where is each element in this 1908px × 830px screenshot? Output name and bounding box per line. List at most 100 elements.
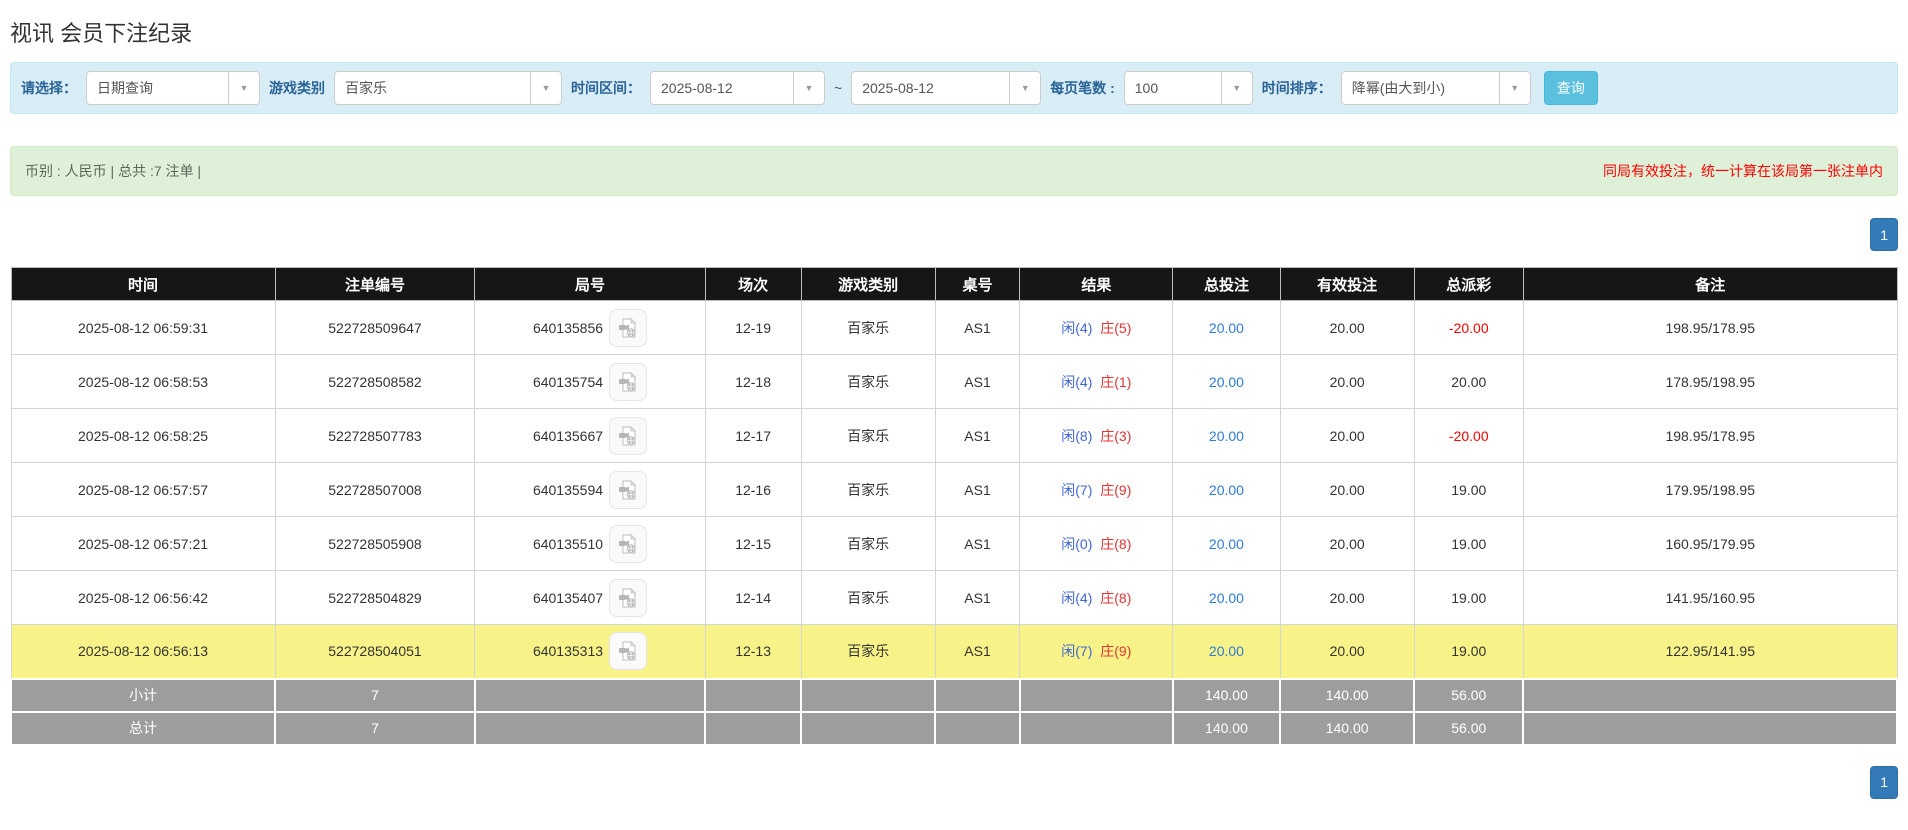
search-button[interactable]: 查询 — [1544, 71, 1598, 105]
column-header-3: 局号 — [475, 268, 705, 301]
page-title: 视讯 会员下注纪录 — [10, 16, 1898, 48]
note-cell: 141.95/160.95 — [1523, 571, 1897, 625]
column-header-2: 注单编号 — [275, 268, 475, 301]
subtotal-total-bet: 140.00 — [1173, 679, 1281, 712]
sort-order-label: 时间排序： — [1262, 78, 1332, 98]
pagination-top: 1 — [10, 218, 1898, 251]
payout-cell: 19.00 — [1414, 463, 1523, 517]
video-replay-button[interactable] — [609, 471, 647, 509]
round-id-cell: 640135667 — [475, 409, 705, 463]
video-replay-button[interactable] — [609, 525, 647, 563]
bet-id-cell: 522728504829 — [275, 571, 475, 625]
chevron-down-icon[interactable]: ▼ — [530, 72, 561, 104]
player-result: 闲(7) — [1061, 482, 1092, 498]
table-row: 2025-08-12 06:56:42 522728504829 6401354… — [11, 571, 1897, 625]
payout-cell: 20.00 — [1414, 355, 1523, 409]
chevron-down-icon[interactable]: ▼ — [228, 72, 259, 104]
round-id: 640135667 — [533, 428, 603, 444]
table-no-cell: AS1 — [935, 409, 1020, 463]
column-header-7: 结果 — [1020, 268, 1173, 301]
video-replay-button[interactable] — [609, 632, 647, 670]
sort-order-select[interactable]: 降幂(由大到小) ▼ — [1341, 71, 1531, 105]
result-cell: 闲(0) 庄(8) — [1020, 517, 1173, 571]
banker-result: 庄(3) — [1100, 428, 1131, 444]
table-no-cell: AS1 — [935, 355, 1020, 409]
game-type-cell: 百家乐 — [801, 301, 935, 355]
table-header-row: 时间注单编号局号场次游戏类别桌号结果总投注有效投注总派彩备注 — [11, 268, 1897, 301]
query-type-value: 日期查询 — [87, 72, 228, 104]
chevron-down-icon[interactable]: ▼ — [793, 72, 824, 104]
chevron-down-icon[interactable]: ▼ — [1009, 72, 1040, 104]
pagination-page-button[interactable]: 1 — [1870, 766, 1898, 799]
banker-result: 庄(5) — [1100, 320, 1131, 336]
note-cell: 178.95/198.95 — [1523, 355, 1897, 409]
valid-bet-cell: 20.00 — [1280, 571, 1414, 625]
pagination-page-button[interactable]: 1 — [1870, 218, 1898, 251]
total-payout: 56.00 — [1414, 712, 1523, 745]
total-bet-link[interactable]: 20.00 — [1209, 590, 1244, 606]
payout-cell: 19.00 — [1414, 625, 1523, 679]
pagination-bottom: 1 — [10, 766, 1898, 799]
date-to-value: 2025-08-12 — [852, 72, 1009, 104]
total-label: 总计 — [11, 712, 275, 745]
result-cell: 闲(8) 庄(3) — [1020, 409, 1173, 463]
time-range-label: 时间区间： — [571, 78, 641, 98]
total-total-bet: 140.00 — [1173, 712, 1281, 745]
video-replay-button[interactable] — [609, 579, 647, 617]
column-header-1: 时间 — [11, 268, 275, 301]
game-type-select[interactable]: 百家乐 ▼ — [334, 71, 562, 105]
result-cell: 闲(7) 庄(9) — [1020, 625, 1173, 679]
player-result: 闲(7) — [1061, 643, 1092, 659]
query-type-select[interactable]: 日期查询 ▼ — [86, 71, 260, 105]
total-bet-link[interactable]: 20.00 — [1209, 374, 1244, 390]
table-row: 2025-08-12 06:58:53 522728508582 6401357… — [11, 355, 1897, 409]
table-row: 2025-08-12 06:57:57 522728507008 6401355… — [11, 463, 1897, 517]
game-type-cell: 百家乐 — [801, 463, 935, 517]
total-bet-link[interactable]: 20.00 — [1209, 643, 1244, 659]
round-id: 640135754 — [533, 374, 603, 390]
total-bet-link[interactable]: 20.00 — [1209, 428, 1244, 444]
date-range-tilde: ~ — [834, 80, 842, 96]
payout-cell: 19.00 — [1414, 517, 1523, 571]
result-cell: 闲(4) 庄(5) — [1020, 301, 1173, 355]
total-bet-link[interactable]: 20.00 — [1209, 482, 1244, 498]
time-cell: 2025-08-12 06:56:13 — [11, 625, 275, 679]
total-bet-link[interactable]: 20.00 — [1209, 320, 1244, 336]
video-replay-button[interactable] — [609, 417, 647, 455]
valid-bet-cell: 20.00 — [1280, 625, 1414, 679]
game-type-cell: 百家乐 — [801, 409, 935, 463]
column-header-5: 游戏类别 — [801, 268, 935, 301]
total-bet-cell: 20.00 — [1173, 517, 1281, 571]
valid-bet-notice-text: 同局有效投注，统一计算在该局第一张注单内 — [1603, 161, 1883, 181]
video-replay-button[interactable] — [609, 363, 647, 401]
video-file-icon — [617, 317, 639, 339]
subtotal-label: 小计 — [11, 679, 275, 712]
table-no-cell: AS1 — [935, 517, 1020, 571]
valid-bet-cell: 20.00 — [1280, 517, 1414, 571]
banker-result: 庄(8) — [1100, 590, 1131, 606]
total-bet-link[interactable]: 20.00 — [1209, 536, 1244, 552]
round-id-cell: 640135407 — [475, 571, 705, 625]
chevron-down-icon[interactable]: ▼ — [1221, 72, 1252, 104]
video-replay-button[interactable] — [609, 309, 647, 347]
total-row: 总计 7 140.00 140.00 56.00 — [11, 712, 1897, 745]
chevron-down-icon[interactable]: ▼ — [1499, 72, 1530, 104]
date-to-select[interactable]: 2025-08-12 ▼ — [851, 71, 1041, 105]
page-size-label: 每页笔数 : — [1050, 78, 1115, 98]
total-count: 7 — [275, 712, 475, 745]
query-type-label: 请选择： — [21, 78, 77, 98]
session-cell: 12-14 — [705, 571, 801, 625]
total-valid-bet: 140.00 — [1280, 712, 1414, 745]
payout-cell: -20.00 — [1414, 409, 1523, 463]
time-cell: 2025-08-12 06:56:42 — [11, 571, 275, 625]
result-cell: 闲(4) 庄(8) — [1020, 571, 1173, 625]
column-header-9: 有效投注 — [1280, 268, 1414, 301]
banker-result: 庄(9) — [1100, 482, 1131, 498]
note-cell: 198.95/178.95 — [1523, 409, 1897, 463]
page-size-select[interactable]: 100 ▼ — [1124, 71, 1253, 105]
bet-id-cell: 522728509647 — [275, 301, 475, 355]
player-result: 闲(0) — [1061, 536, 1092, 552]
date-from-select[interactable]: 2025-08-12 ▼ — [650, 71, 825, 105]
note-cell: 179.95/198.95 — [1523, 463, 1897, 517]
game-type-value: 百家乐 — [335, 72, 530, 104]
